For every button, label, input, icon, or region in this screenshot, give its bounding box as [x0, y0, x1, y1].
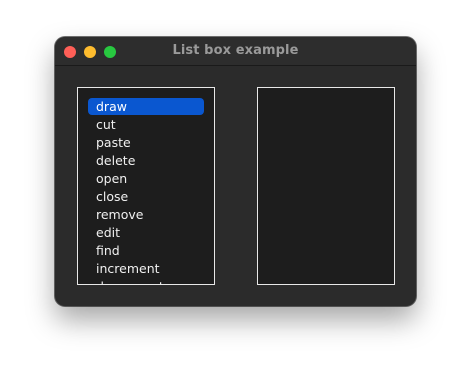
- list-item[interactable]: open: [88, 170, 204, 187]
- title-bar[interactable]: List box example: [55, 37, 416, 66]
- command-list-box[interactable]: draw cut paste delete open close remove edit fin…: [77, 87, 215, 285]
- list-item[interactable]: delete: [88, 152, 204, 169]
- list-item[interactable]: draw: [88, 98, 204, 115]
- list-item[interactable]: remove: [88, 206, 204, 223]
- list-item[interactable]: edit: [88, 224, 204, 241]
- list-item[interactable]: decrement: [88, 278, 204, 284]
- list-item[interactable]: paste: [88, 134, 204, 151]
- secondary-list-box[interactable]: [257, 87, 395, 285]
- window-title: List box example: [172, 43, 299, 58]
- list-item[interactable]: cut: [88, 116, 204, 133]
- list-item[interactable]: increment: [88, 260, 204, 277]
- app-window: List box example draw cut paste delete open c…: [55, 37, 416, 306]
- list-item[interactable]: find: [88, 242, 204, 259]
- list-item[interactable]: close: [88, 188, 204, 205]
